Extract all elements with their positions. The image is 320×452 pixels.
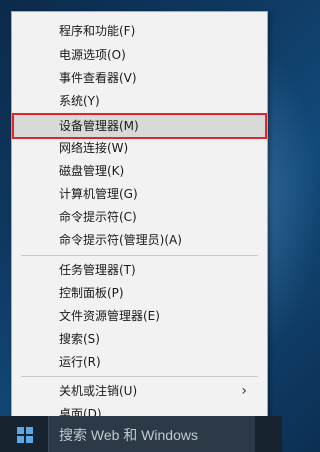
menu-item-network-connections[interactable]: 网络连接(W)	[12, 137, 267, 159]
menu-separator	[21, 376, 258, 377]
menu-item-label: 关机或注销(U)	[59, 384, 138, 398]
menu-item-run[interactable]: 运行(R)	[12, 351, 267, 373]
windows-logo-icon	[17, 427, 33, 443]
menu-item-disk-management[interactable]: 磁盘管理(K)	[12, 160, 267, 182]
menu-item-search[interactable]: 搜索(S)	[12, 328, 267, 350]
chevron-right-icon: ›	[241, 383, 247, 399]
menu-item-file-explorer[interactable]: 文件资源管理器(E)	[12, 305, 267, 327]
menu-separator	[21, 255, 258, 256]
taskbar-search-box[interactable]: 搜索 Web 和 Windows	[48, 416, 255, 452]
menu-item-command-prompt[interactable]: 命令提示符(C)	[12, 206, 267, 228]
menu-item-event-viewer[interactable]: 事件查看器(V)	[12, 67, 267, 89]
start-button[interactable]	[0, 416, 48, 452]
menu-item-shutdown-signout[interactable]: 关机或注销(U) ›	[12, 380, 267, 402]
taskbar: 搜索 Web 和 Windows	[0, 416, 282, 452]
menu-item-computer-management[interactable]: 计算机管理(G)	[12, 183, 267, 205]
menu-item-device-manager[interactable]: 设备管理器(M)	[12, 113, 267, 139]
menu-item-programs-features[interactable]: 程序和功能(F)	[12, 20, 267, 42]
menu-item-system[interactable]: 系统(Y)	[12, 90, 267, 112]
menu-item-power-options[interactable]: 电源选项(O)	[12, 44, 267, 66]
menu-item-task-manager[interactable]: 任务管理器(T)	[12, 259, 267, 281]
menu-item-command-prompt-admin[interactable]: 命令提示符(管理员)(A)	[12, 229, 267, 251]
menu-item-control-panel[interactable]: 控制面板(P)	[12, 282, 267, 304]
search-placeholder: 搜索 Web 和 Windows	[59, 427, 198, 443]
winx-context-menu: 程序和功能(F) 电源选项(O) 事件查看器(V) 系统(Y) 设备管理器(M)…	[11, 11, 268, 438]
